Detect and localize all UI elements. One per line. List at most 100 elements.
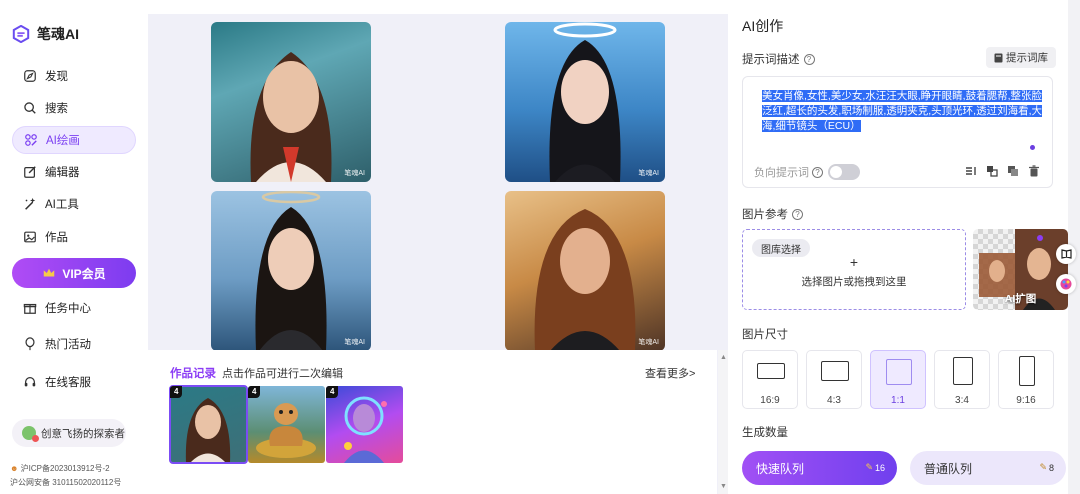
history-scrollbar[interactable]: ▲ ▼ (718, 350, 728, 494)
user-profile-chip[interactable]: 创意飞扬的探索者 (12, 419, 126, 447)
portrait-illustration (549, 22, 621, 182)
image-size-label: 图片尺寸 (742, 329, 788, 341)
sidebar-item-search[interactable]: 搜索 (12, 94, 136, 122)
sidebar-item-ai-painting[interactable]: AI绘画 (12, 126, 136, 154)
guide-book-icon[interactable] (1056, 244, 1076, 264)
ai-expand-label: AI扩图 (1004, 293, 1037, 305)
normal-queue-cost: ✎ 8 (1039, 462, 1054, 473)
size-option-3-4[interactable]: 3:4 (934, 350, 990, 409)
list-format-icon[interactable] (965, 165, 977, 177)
sidebar-item-support[interactable]: 在线客服 (12, 368, 136, 396)
image-count-badge: 4 (326, 386, 339, 398)
sidebar: 笔魂AI 发现 搜索 AI绘画 编辑器 AI工具 作品 VIP会员 任务中心 热… (0, 0, 148, 494)
watermark: 笔魂AI (344, 170, 365, 177)
size-option-4-3[interactable]: 4:3 (806, 350, 862, 409)
generated-image-2[interactable]: 笔魂AI (505, 22, 665, 182)
headset-icon (24, 377, 36, 387)
history-subtitle: 点击作品可进行二次编辑 (222, 368, 343, 380)
watermark: 笔魂AI (344, 339, 365, 346)
vip-button[interactable]: VIP会员 (12, 258, 136, 288)
negative-prompt-toggle[interactable] (828, 164, 860, 180)
sidebar-item-task-center[interactable]: 任务中心 (12, 294, 136, 322)
prompt-library-button[interactable]: 提示词库 (986, 47, 1056, 68)
sidebar-item-editor[interactable]: 编辑器 (12, 158, 136, 186)
size-option-1-1[interactable]: 1:1 (870, 350, 926, 409)
normal-queue-button[interactable]: 普通队列 ✎ 8 (910, 451, 1066, 485)
scroll-up-icon[interactable]: ▲ (720, 354, 727, 361)
watermark: 笔魂AI (638, 170, 659, 177)
sidebar-item-label: AI绘画 (46, 135, 80, 147)
thumb-illustration (344, 396, 387, 463)
icp-badge-icon: ☻ (10, 464, 19, 473)
portrait-illustration (255, 191, 327, 351)
translate-icon[interactable] (986, 165, 998, 177)
search-icon (24, 102, 36, 114)
sidebar-item-label: 在线客服 (45, 377, 91, 389)
help-icon[interactable]: ? (812, 166, 823, 178)
history-title: 作品记录 (170, 368, 216, 380)
pen-icon: ✎ (865, 462, 873, 472)
fast-queue-button[interactable]: 快速队列 ✎ 16 (742, 451, 897, 485)
generated-image-1[interactable]: 笔魂AI (211, 22, 371, 182)
upload-hint: 选择图片或拖拽到这里 (801, 276, 907, 288)
edit-icon (24, 166, 36, 178)
gift-icon (23, 303, 37, 314)
app-logo[interactable]: 笔魂AI (12, 24, 79, 44)
magic-wand-icon (25, 197, 36, 210)
sidebar-item-works[interactable]: 作品 (12, 223, 136, 251)
copy-icon[interactable] (1007, 165, 1019, 177)
fast-queue-cost: ✎ 16 (865, 462, 885, 473)
trash-icon[interactable] (1028, 165, 1040, 177)
app-name: 笔魂AI (37, 26, 79, 42)
sidebar-item-ai-tools[interactable]: AI工具 (12, 190, 136, 218)
plus-icon: + (849, 254, 859, 270)
sidebar-item-label: 发现 (45, 71, 68, 83)
thumb-illustration (185, 398, 231, 463)
prompt-text: 美女肖像,女性,美少女,水汪汪大眼,睁开眼睛,鼓着腮帮,整张脸泛红,超长的头发,… (762, 90, 1043, 132)
aspect-shape-icon (821, 361, 849, 381)
image-upload-dropzone[interactable]: 图库选择 + 选择图片或拖拽到这里 (742, 229, 966, 310)
sidebar-item-events[interactable]: 热门活动 (12, 330, 136, 358)
compass-icon (24, 70, 36, 82)
image-count-badge: 4 (248, 386, 261, 398)
view-more-link[interactable]: 查看更多> (645, 365, 695, 381)
aspect-shape-icon (886, 359, 912, 385)
help-icon[interactable]: ? (803, 53, 815, 65)
user-name: 创意飞扬的探索者 (41, 427, 125, 440)
help-icon[interactable]: ? (792, 208, 803, 220)
status-dot (1030, 145, 1035, 150)
generated-image-3[interactable]: 笔魂AI (211, 191, 371, 351)
sidebar-item-label: 编辑器 (45, 167, 80, 179)
history-thumb-1[interactable]: 4 (169, 385, 248, 464)
paint-icon (25, 134, 37, 146)
size-option-16-9[interactable]: 16:9 (742, 350, 798, 409)
panel-title: AI创作 (742, 18, 784, 34)
scroll-down-icon[interactable]: ▼ (720, 483, 727, 490)
image-icon (24, 231, 36, 243)
image-reference-label: 图片参考 ? (742, 206, 803, 222)
aspect-shape-icon (953, 357, 973, 385)
sidebar-item-discover[interactable]: 发现 (12, 62, 136, 90)
size-option-9-16[interactable]: 9:16 (998, 350, 1054, 409)
generation-area: 笔魂AI 笔魂AI 笔魂AI 笔魂AI 作品记录 点击作品可进行二次编辑 查看更… (148, 14, 728, 494)
count-label: 生成数量 (742, 427, 788, 439)
prompt-toolbar (965, 165, 1040, 177)
sidebar-item-label: AI工具 (45, 199, 79, 211)
image-count-badge: 4 (170, 386, 183, 398)
history-thumb-3[interactable]: 4 (326, 386, 403, 463)
logo-icon (12, 25, 30, 43)
sidebar-item-label: 作品 (45, 232, 68, 244)
sidebar-item-label: 任务中心 (45, 303, 91, 315)
sidebar-item-label: 热门活动 (45, 339, 91, 351)
ai-expand-card[interactable]: AI扩图 (973, 229, 1068, 310)
aspect-shape-icon (1019, 356, 1035, 386)
generated-image-4[interactable]: 笔魂AI (505, 191, 665, 351)
history-thumb-2[interactable]: 4 (248, 386, 325, 463)
creation-panel: AI创作 提示词描述 ? 提示词库 美女肖像,女性,美少女,水汪汪大眼,睁开眼睛… (728, 0, 1068, 494)
icp-license-link[interactable]: ☻ 沪ICP备2023013912号-2 (10, 463, 110, 474)
prompt-section-label: 提示词描述 ? (742, 51, 815, 67)
color-palette-icon[interactable] (1056, 274, 1076, 294)
police-license-link[interactable]: 沪公网安备 31011502020112号 (10, 477, 121, 488)
avatar (22, 426, 39, 442)
prompt-textarea[interactable]: 美女肖像,女性,美少女,水汪汪大眼,睁开眼睛,鼓着腮帮,整张脸泛红,超长的头发,… (742, 76, 1053, 188)
